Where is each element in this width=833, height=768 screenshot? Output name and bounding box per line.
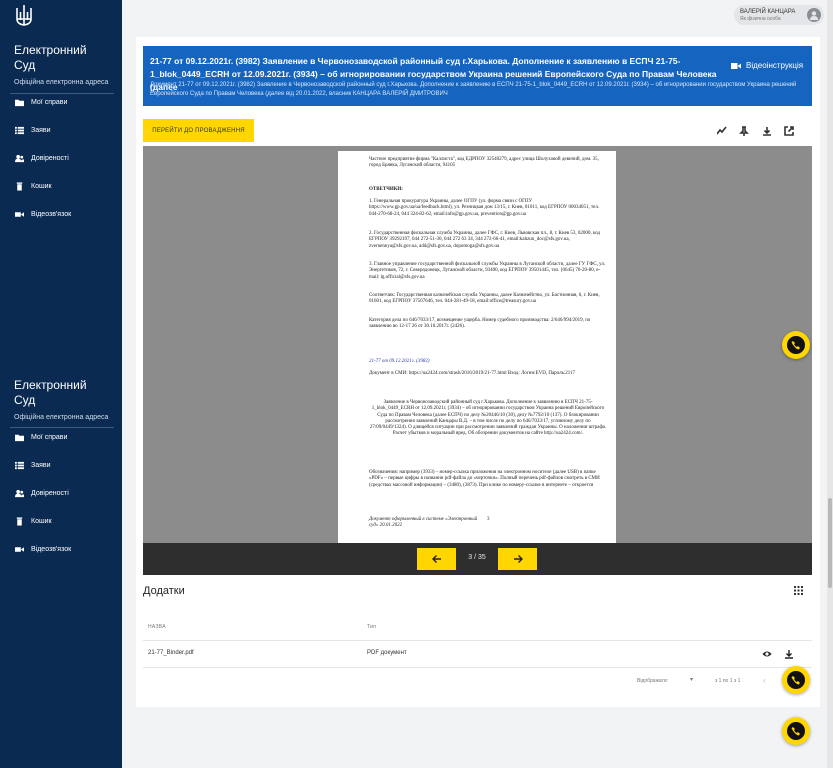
call-button[interactable] xyxy=(782,666,810,694)
grid-view-icon[interactable] xyxy=(794,586,803,595)
video-instruction-link[interactable]: Відеоінструкція xyxy=(731,61,803,70)
rows-per-page-dropdown-icon[interactable]: ▾ xyxy=(690,676,693,683)
sidebar-item-powers-of-attorney[interactable]: Довіреності xyxy=(14,486,69,500)
sidebar-item-label: Довіреності xyxy=(31,154,69,162)
pdf-page-number: 3 xyxy=(487,517,490,522)
pdf-text: Частное предприятие фирма "Каллиста", ко… xyxy=(369,157,599,169)
sidebar-item-label: Відеозв'язок xyxy=(31,545,72,553)
open-external-icon[interactable] xyxy=(783,125,795,137)
phone-icon xyxy=(791,341,800,350)
sidebar-subtitle-duplicate: Офіційна електронна адреса xyxy=(14,414,109,421)
sidebar-item-label: Довіреності xyxy=(31,489,69,497)
sidebar-item-label: Кошик xyxy=(31,517,52,525)
sidebar-item-label: Заяви xyxy=(31,126,51,134)
pdf-text: Заявление в Червонозаводский районный су… xyxy=(369,400,607,437)
attachments-title: Додатки xyxy=(143,585,185,597)
pdf-text: Соответчик: Государственная казначейская… xyxy=(369,293,600,305)
trash-icon xyxy=(14,181,24,191)
list-icon xyxy=(14,460,24,470)
case-banner: 21-77 от 09.12.2021г. (3982) Заявление в… xyxy=(143,46,812,106)
video-instruction-label: Відеоінструкція xyxy=(746,61,804,70)
arrow-left-icon xyxy=(431,555,441,563)
sidebar-item-label: Мої справи xyxy=(31,98,68,106)
video-icon xyxy=(14,544,24,554)
user-menu[interactable]: ВАЛЕРІЙ КАНЦАРА Як фізична особа xyxy=(734,5,824,25)
next-page-button[interactable] xyxy=(498,548,537,570)
avatar-icon xyxy=(807,8,821,22)
arrow-right-icon xyxy=(513,555,523,563)
video-camera-icon xyxy=(731,62,741,69)
sidebar-divider xyxy=(10,93,114,94)
sidebar: Електронний Суд Офіційна електронна адре… xyxy=(0,0,122,768)
user-role: Як фізична особа xyxy=(740,15,781,22)
table-divider xyxy=(143,667,812,668)
sidebar-item-label: Кошик xyxy=(31,182,52,190)
sidebar-item-video[interactable]: Відеозв'язок xyxy=(14,207,71,221)
prev-page-button[interactable] xyxy=(417,548,456,570)
page-indicator: 3 / 35 xyxy=(468,554,486,561)
sidebar-divider xyxy=(10,427,114,428)
phone-icon xyxy=(791,676,800,685)
people-icon xyxy=(14,488,24,498)
pdf-text: 1. Генеральная прокуратура Украины, дале… xyxy=(369,199,600,217)
sidebar-item-label: Відеозв'язок xyxy=(31,210,72,218)
rows-per-page-label: Відображати: xyxy=(637,678,669,684)
column-header-type: Тип xyxy=(367,624,377,630)
sidebar-item-trash[interactable]: Кошик xyxy=(14,179,52,193)
eye-icon[interactable] xyxy=(761,648,772,659)
sidebar-item-trash[interactable]: Кошик xyxy=(14,514,52,528)
go-to-proceedings-button[interactable]: ПЕРЕЙТИ ДО ПРОВАДЖЕННЯ xyxy=(143,119,254,142)
phone-icon xyxy=(791,727,800,736)
pdf-text: Категория дела по 646/7033/17, возмещени… xyxy=(369,318,591,330)
sidebar-title-duplicate: Електронний Суд xyxy=(14,378,87,407)
pin-icon[interactable] xyxy=(738,125,750,137)
trash-icon xyxy=(14,516,24,526)
download-icon[interactable] xyxy=(761,125,773,137)
sidebar-subtitle: Офіційна електронна адреса xyxy=(14,79,109,86)
prev-page-chevron-icon[interactable]: ‹ xyxy=(763,676,766,685)
sidebar-title: Електронний Суд xyxy=(14,43,87,72)
list-icon xyxy=(14,125,24,135)
sidebar-item-powers-of-attorney[interactable]: Довіреності xyxy=(14,151,69,165)
table-divider xyxy=(143,640,812,641)
sidebar-item-applications[interactable]: Заяви xyxy=(14,458,51,472)
call-button[interactable] xyxy=(782,331,810,359)
video-icon xyxy=(14,209,24,219)
user-name: ВАЛЕРІЙ КАНЦАРА xyxy=(740,8,796,15)
download-icon[interactable] xyxy=(783,648,794,659)
case-subtitle: Документ 21-77 от 09.12.2021г. (3982) За… xyxy=(150,82,797,97)
pdf-text: Документ в СМИ: https://ua2424.com/stras… xyxy=(369,371,576,376)
attachment-name[interactable]: 21-77_Binder.pdf xyxy=(148,650,194,656)
sidebar-item-my-cases[interactable]: Мої справи xyxy=(14,430,67,444)
sidebar-item-label: Заяви xyxy=(31,461,51,469)
sidebar-item-my-cases[interactable]: Мої справи xyxy=(14,95,67,109)
document-viewer[interactable]: Частное предприятие фирма "Каллиста", ко… xyxy=(143,146,812,543)
pdf-text: Обозначения: например (3933) – номер-ссы… xyxy=(369,470,600,488)
sidebar-item-label: Мої справи xyxy=(31,433,68,441)
column-header-name: НАЗВА xyxy=(148,624,166,630)
pdf-text: 3. Главное управление государственной фи… xyxy=(369,262,606,280)
pdf-text: 2. Государственная фискальная служба Укр… xyxy=(369,231,600,249)
pagination-range: з 1 по 1 з 1 xyxy=(715,678,741,684)
folder-icon xyxy=(14,97,24,107)
call-button[interactable] xyxy=(782,717,810,745)
pdf-page: Частное предприятие фирма "Каллиста", ко… xyxy=(338,151,616,543)
page-scrollbar-thumb[interactable] xyxy=(828,498,832,588)
folder-icon xyxy=(14,432,24,442)
sidebar-item-applications[interactable]: Заяви xyxy=(14,123,51,137)
pdf-text: ОТВЕТЧИКИ: xyxy=(369,187,403,192)
attachment-type: PDF документ xyxy=(367,650,407,656)
pdf-text: 21-77 от 09.12.2021г. (3982) xyxy=(369,359,430,364)
pdf-text: Документ оформленный в системе «Электрон… xyxy=(369,517,478,529)
trident-logo-icon[interactable] xyxy=(14,4,34,28)
page-scrollbar[interactable] xyxy=(827,0,833,768)
timeline-chart-icon[interactable] xyxy=(716,125,728,137)
sidebar-item-video[interactable]: Відеозв'язок xyxy=(14,542,71,556)
people-icon xyxy=(14,153,24,163)
